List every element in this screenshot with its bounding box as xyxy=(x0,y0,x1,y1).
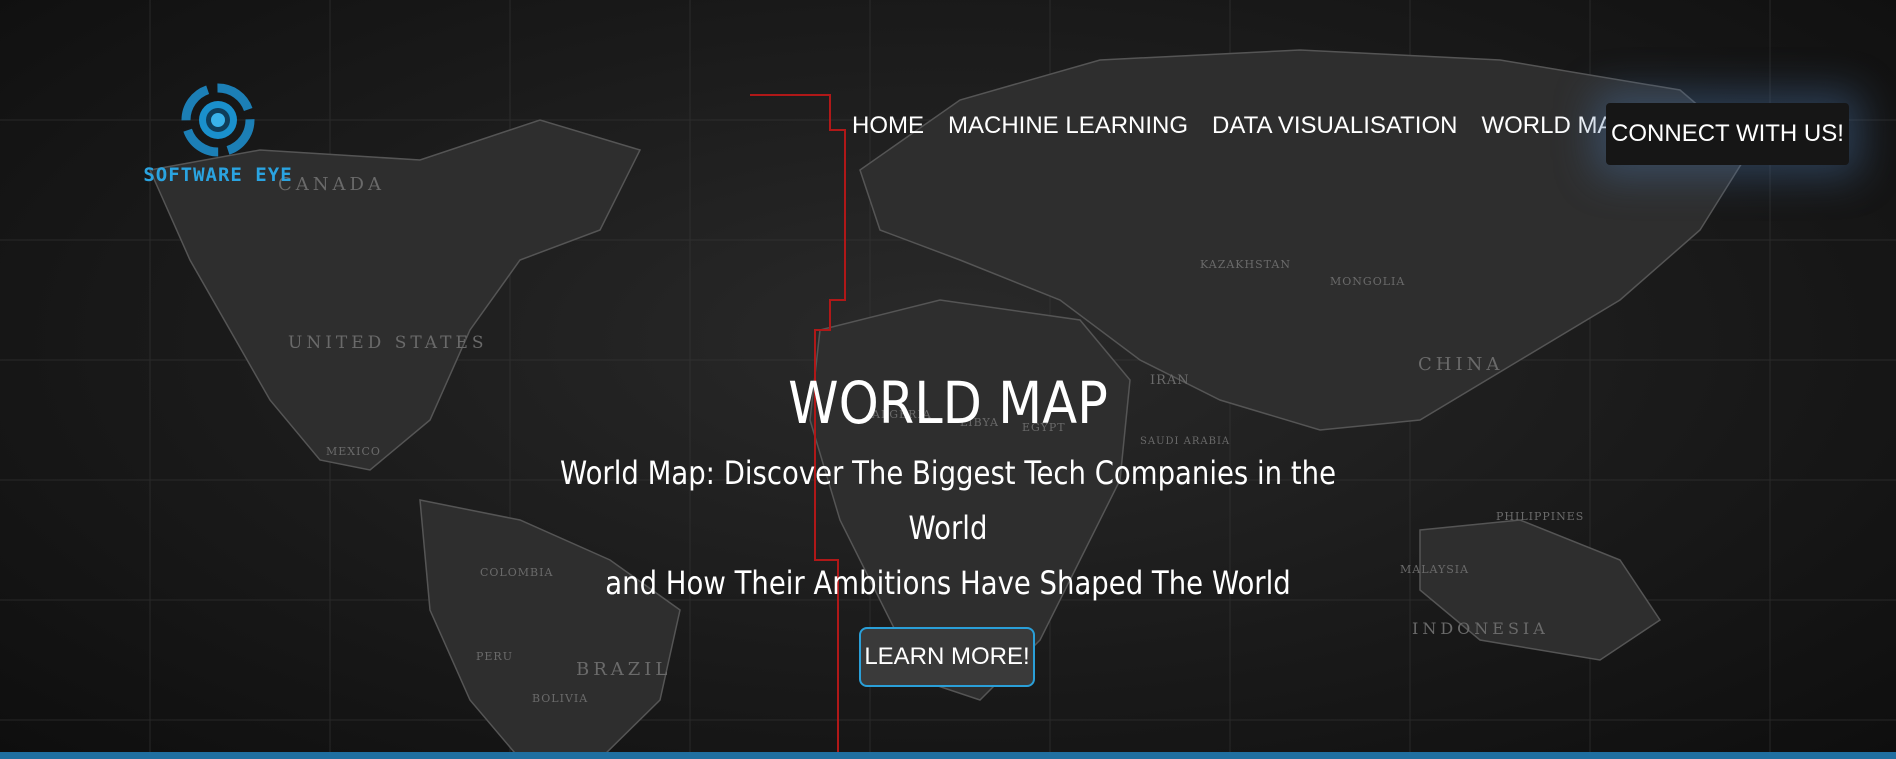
eye-icon xyxy=(181,83,255,157)
connect-with-us-button[interactable]: CONNECT WITH US! xyxy=(1606,103,1849,165)
bottom-accent-bar xyxy=(0,752,1896,759)
nav-item-home[interactable]: HOME xyxy=(852,112,924,140)
map-label-bolivia: BOLIVIA xyxy=(532,692,588,705)
page-title: WORLD MAP xyxy=(788,368,1108,437)
map-label-mexico: MEXICO xyxy=(326,445,381,458)
learn-more-button[interactable]: LEARN MORE! xyxy=(859,627,1035,687)
map-label-united-states: UNITED STATES xyxy=(288,333,488,353)
map-label-kazakhstan: KAZAKHSTAN xyxy=(1200,258,1291,271)
page-subtitle: World Map: Discover The Biggest Tech Com… xyxy=(518,446,1378,611)
map-label-peru: PERU xyxy=(476,650,513,663)
subtitle-line-2: and How Their Ambitions Have Shaped The … xyxy=(605,564,1291,602)
hero-section: CANADA UNITED STATES CHINA INDONESIA BRA… xyxy=(0,0,1896,759)
map-label-mongolia: MONGOLIA xyxy=(1330,275,1405,288)
map-label-indonesia: INDONESIA xyxy=(1412,619,1549,638)
brand-logo[interactable]: SOFTWARE EYE xyxy=(138,82,298,192)
map-label-malaysia: MALAYSIA xyxy=(1400,563,1469,576)
map-label-brazil: BRAZIL xyxy=(576,659,671,680)
subtitle-line-1: World Map: Discover The Biggest Tech Com… xyxy=(559,454,1337,547)
main-nav: HOME MACHINE LEARNING DATA VISUALISATION… xyxy=(852,112,1653,140)
map-label-philippines: PHILIPPINES xyxy=(1496,510,1584,523)
nav-item-data-visualisation[interactable]: DATA VISUALISATION xyxy=(1212,112,1457,140)
nav-item-machine-learning[interactable]: MACHINE LEARNING xyxy=(948,112,1188,140)
brand-name: SOFTWARE EYE xyxy=(143,164,293,186)
